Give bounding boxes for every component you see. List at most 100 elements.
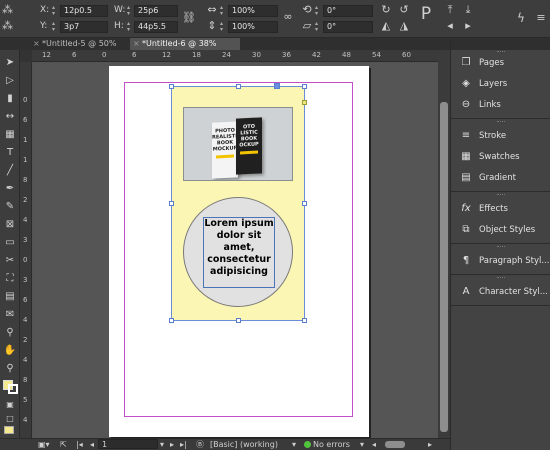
scale-y-field[interactable]: 100% xyxy=(228,21,278,33)
rectangle-frame-tool-icon[interactable]: ⊠ xyxy=(3,218,17,232)
preflight-dropdown-icon[interactable]: ▾ xyxy=(360,439,364,450)
stroke-swatch[interactable] xyxy=(8,384,18,394)
rectangle-tool-icon[interactable]: ▭ xyxy=(3,236,17,250)
tab-untitled-6[interactable]: × *Untitled-6 @ 38% xyxy=(130,38,240,50)
selection-handle[interactable] xyxy=(302,201,307,206)
free-transform-tool-icon[interactable]: ⛶ xyxy=(3,272,17,286)
scale-y-stepper[interactable]: ▴ ▾ xyxy=(220,21,226,33)
selection-handle[interactable] xyxy=(302,84,307,89)
selection-tool-icon[interactable]: ➤ xyxy=(3,56,17,70)
select-container-icon[interactable]: ⤒ xyxy=(444,4,456,16)
direct-selection-tool-icon[interactable]: ▷ xyxy=(3,74,17,88)
selection-handle[interactable] xyxy=(169,84,174,89)
panel-links[interactable]: ⊖ Links xyxy=(451,95,550,115)
live-corner-handle[interactable] xyxy=(302,100,307,105)
selection-handle[interactable] xyxy=(169,318,174,323)
panel-dock-header[interactable] xyxy=(451,38,550,50)
vertical-scrollbar[interactable] xyxy=(438,50,450,438)
panel-grip[interactable] xyxy=(497,246,505,248)
page-field[interactable]: 1 xyxy=(98,439,158,449)
select-content-icon[interactable]: ⤓ xyxy=(462,4,474,16)
last-page-icon[interactable]: ▸| xyxy=(180,439,187,450)
scroll-right-icon[interactable]: ▸ xyxy=(428,439,432,450)
scale-x-field[interactable]: 100% xyxy=(228,5,278,17)
panel-pages[interactable]: ❐ Pages xyxy=(451,53,550,73)
selection-handle[interactable] xyxy=(169,201,174,206)
rotate-cw-icon[interactable]: ↻ xyxy=(380,4,392,16)
preview-mode-icon[interactable]: ▣▾ xyxy=(38,439,50,450)
flip-horizontal-icon[interactable]: ◭ xyxy=(380,20,392,32)
open-page-icon[interactable]: ⇱ xyxy=(60,439,67,450)
content-collector-icon[interactable]: ▦ xyxy=(3,128,17,142)
eyedropper-tool-icon[interactable]: ⚲ xyxy=(3,326,17,340)
panel-gradient[interactable]: ▤ Gradient xyxy=(451,168,550,188)
selection-handle[interactable] xyxy=(302,318,307,323)
w-field[interactable]: 25p6 xyxy=(134,5,178,17)
hand-tool-icon[interactable]: ✋ xyxy=(3,344,17,358)
constrain-proportions-icon[interactable]: ⛓ xyxy=(182,12,196,24)
zoom-tool-icon[interactable]: ⚲ xyxy=(3,362,17,376)
panel-grip[interactable] xyxy=(497,194,505,196)
style-dropdown-icon[interactable]: ▾ xyxy=(292,439,296,450)
content-grabber-handle[interactable] xyxy=(274,83,280,89)
document-page[interactable]: PHOTO REALISTIC BOOK MOCKUP OTO LISTIC B… xyxy=(109,66,369,437)
shear-stepper[interactable]: ▴ ▾ xyxy=(315,21,321,33)
panel-object-styles[interactable]: ⧉ Object Styles xyxy=(451,220,550,240)
panel-character-styles[interactable]: A Character Styl... xyxy=(451,282,550,302)
preflight-status[interactable]: No errors xyxy=(304,439,350,450)
line-tool-icon[interactable]: ╱ xyxy=(3,164,17,178)
h-stepper[interactable]: ▴ ▾ xyxy=(127,21,133,33)
shear-field[interactable]: 0° xyxy=(323,21,373,33)
scale-x-stepper[interactable]: ▴ ▾ xyxy=(220,5,226,17)
gradient-swatch-tool-icon[interactable]: ▤ xyxy=(3,290,17,304)
rotate-ccw-icon[interactable]: ↺ xyxy=(398,4,410,16)
tab-untitled-5[interactable]: × *Untitled-5 @ 50% xyxy=(30,38,136,50)
first-page-icon[interactable]: |◂ xyxy=(76,439,83,450)
link-scale-icon[interactable]: ∞ xyxy=(283,11,293,23)
scissors-tool-icon[interactable]: ✂ xyxy=(3,254,17,268)
horizontal-scroll-thumb[interactable] xyxy=(385,441,405,448)
y-field[interactable]: 3p7 xyxy=(60,21,108,33)
h-field[interactable]: 44p5.5 xyxy=(134,21,178,33)
panel-menu-icon[interactable]: ≡ xyxy=(536,12,546,24)
panel-layers[interactable]: ◈ Layers xyxy=(451,74,550,94)
rotate-field[interactable]: 0° xyxy=(323,5,373,17)
pasteboard[interactable]: PHOTO REALISTIC BOOK MOCKUP OTO LISTIC B… xyxy=(33,63,438,438)
reference-point-icon[interactable]: ⁂ xyxy=(2,4,13,16)
reference-point-grid-icon[interactable]: ⁂ xyxy=(2,20,13,32)
page-tool-icon[interactable]: ▮ xyxy=(3,92,17,106)
panel-grip[interactable] xyxy=(497,121,505,123)
next-page-icon[interactable]: ▸ xyxy=(170,439,174,450)
rotate-stepper[interactable]: ▴ ▾ xyxy=(315,5,321,17)
page-dropdown-icon[interactable]: ▾ xyxy=(160,439,164,450)
flip-vertical-icon[interactable]: ◮ xyxy=(398,20,410,32)
panel-paragraph-styles[interactable]: ¶ Paragraph Styl... xyxy=(451,251,550,271)
gap-tool-icon[interactable]: ↔ xyxy=(3,110,17,124)
x-stepper[interactable]: ▴ ▾ xyxy=(52,5,58,17)
panel-effects[interactable]: fx Effects xyxy=(451,199,550,219)
close-icon[interactable]: × xyxy=(133,38,140,50)
vertical-scroll-thumb[interactable] xyxy=(440,102,448,432)
lightning-icon[interactable]: ϟ xyxy=(515,12,527,24)
apply-color-icon[interactable]: □ xyxy=(3,412,17,426)
ruler-origin[interactable] xyxy=(20,50,32,62)
close-icon[interactable]: × xyxy=(33,38,40,50)
x-field[interactable]: 12p0.5 xyxy=(60,5,108,17)
screen-mode-icon[interactable] xyxy=(4,426,14,434)
panel-stroke[interactable]: ≡ Stroke xyxy=(451,126,550,146)
y-stepper[interactable]: ▴ ▾ xyxy=(52,21,58,33)
panel-swatches[interactable]: ▦ Swatches xyxy=(451,147,550,167)
w-stepper[interactable]: ▴ ▾ xyxy=(127,5,133,17)
select-previous-icon[interactable]: ◂ xyxy=(444,20,456,32)
selection-handle[interactable] xyxy=(236,84,241,89)
scroll-left-icon[interactable]: ◂ xyxy=(372,439,376,450)
selection-handle[interactable] xyxy=(236,318,241,323)
pencil-tool-icon[interactable]: ✎ xyxy=(3,200,17,214)
pen-tool-icon[interactable]: ✒ xyxy=(3,182,17,196)
type-tool-icon[interactable]: T xyxy=(3,146,17,160)
panel-grip[interactable] xyxy=(497,277,505,279)
style-label[interactable]: [Basic] (working) xyxy=(210,439,278,450)
previous-page-icon[interactable]: ◂ xyxy=(90,439,94,450)
note-tool-icon[interactable]: ✉ xyxy=(3,308,17,322)
formatting-affects-icon[interactable]: ▣ xyxy=(3,398,17,412)
